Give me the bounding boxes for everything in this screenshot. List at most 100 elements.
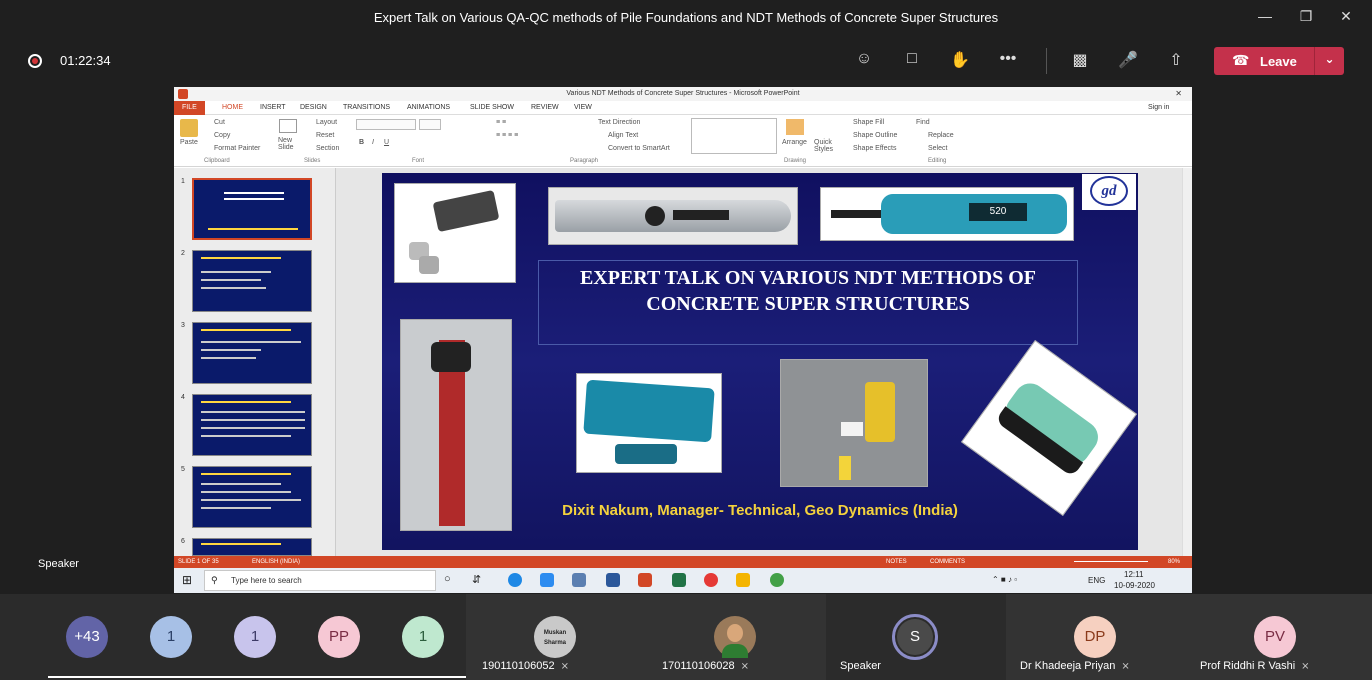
cut-button[interactable]: Cut <box>214 119 225 126</box>
participant-tile[interactable]: DP Dr Khadeeja Priyan ⨯ <box>1006 594 1186 680</box>
font-size-select[interactable] <box>419 119 441 130</box>
clock-time[interactable]: 12:11 <box>1124 570 1143 579</box>
participant-tile[interactable]: PV Prof Riddhi R Vashi ⨯ <box>1186 594 1372 680</box>
copy-button[interactable]: Copy <box>214 132 230 139</box>
align-text-button[interactable]: Align Text <box>608 132 638 139</box>
file-explorer-icon[interactable] <box>736 573 750 587</box>
participant-avatar[interactable]: 1 <box>234 616 276 658</box>
slide-thumbnail[interactable] <box>192 466 312 528</box>
shape-effects-button[interactable]: Shape Effects <box>853 145 896 152</box>
excel-icon[interactable] <box>672 573 686 587</box>
word-icon[interactable] <box>606 573 620 587</box>
quick-styles-button[interactable]: Quick Styles <box>814 139 838 153</box>
drill-motor <box>431 342 471 372</box>
tray-icons[interactable]: ⌃ ■ ♪ ▫ <box>992 575 1017 584</box>
tab-design[interactable]: DESIGN <box>300 104 327 111</box>
section-button[interactable]: Section <box>316 145 339 152</box>
bullets-icon[interactable]: ≡ ≡ <box>496 119 506 126</box>
shape-outline-button[interactable]: Shape Outline <box>853 132 897 139</box>
participant-avatar[interactable]: 1 <box>150 616 192 658</box>
find-button[interactable]: Find <box>916 119 930 126</box>
comments-button[interactable]: COMMENTS <box>930 559 965 565</box>
reset-button[interactable]: Reset <box>316 132 334 139</box>
shirt-icon <box>722 644 748 658</box>
zoom-slider[interactable] <box>1074 561 1148 562</box>
convert-smartart-button[interactable]: Convert to SmartArt <box>608 145 670 152</box>
powerpoint-close-icon[interactable]: ✕ <box>1175 89 1182 98</box>
text-direction-button[interactable]: Text Direction <box>598 119 640 126</box>
select-button[interactable]: Select <box>928 145 947 152</box>
camera-off-icon[interactable]: ▩ <box>1068 50 1092 72</box>
thumb-text <box>201 287 266 289</box>
chevron-down-icon[interactable]: ⌄ <box>1314 47 1344 75</box>
slide-scrollbar[interactable] <box>1182 168 1192 556</box>
edge-icon[interactable] <box>508 573 522 587</box>
close-icon[interactable]: ✕ <box>1336 8 1356 28</box>
zoom-icon[interactable] <box>540 573 554 587</box>
thumb-number: 1 <box>181 178 185 185</box>
input-language[interactable]: ENG <box>1088 576 1105 585</box>
clock-date[interactable]: 10-09-2020 <box>1114 581 1155 590</box>
participant-tile[interactable]: 170110106028 ⨯ <box>646 594 826 680</box>
bold-button[interactable]: B <box>359 139 364 146</box>
tab-file[interactable]: FILE <box>174 101 205 115</box>
calculator-icon[interactable] <box>572 573 586 587</box>
cortana-icon[interactable]: ○ <box>444 573 451 585</box>
arrange-button[interactable]: Arrange <box>782 139 807 146</box>
layout-button[interactable]: Layout <box>316 119 337 126</box>
underline-button[interactable]: U <box>384 139 389 146</box>
sign-in-link[interactable]: Sign in <box>1148 104 1169 111</box>
slide-thumbnail[interactable] <box>192 250 312 312</box>
tab-animations[interactable]: ANIMATIONS <box>407 104 450 111</box>
mic-off-icon: ⨯ <box>740 661 749 672</box>
italic-button[interactable]: I <box>372 139 374 146</box>
slide-thumbnail[interactable] <box>192 178 312 240</box>
participant-tile[interactable]: Muskan Sharma 190110106052 ⨯ <box>466 594 646 680</box>
new-slide-button[interactable]: New Slide <box>278 137 300 151</box>
tab-slide-show[interactable]: SLIDE SHOW <box>470 104 514 111</box>
task-view-icon[interactable]: ⇵ <box>472 573 481 586</box>
participant-photo: Muskan Sharma <box>534 616 576 658</box>
tab-insert[interactable]: INSERT <box>260 104 286 111</box>
shapes-gallery[interactable] <box>691 118 777 154</box>
zoom-level[interactable]: 80% <box>1168 559 1180 565</box>
slide-thumbnail[interactable] <box>192 538 312 556</box>
maximize-icon[interactable]: ❐ <box>1296 8 1316 28</box>
leave-button[interactable]: ☎ Leave ⌄ <box>1214 47 1344 75</box>
slide-thumbnail[interactable] <box>192 322 312 384</box>
notes-button[interactable]: NOTES <box>886 559 907 565</box>
tab-home[interactable]: HOME <box>222 104 243 111</box>
participants-icon[interactable]: ☺ <box>852 50 876 72</box>
participant-avatar[interactable]: PP <box>318 616 360 658</box>
tab-view[interactable]: VIEW <box>574 104 592 111</box>
format-painter-button[interactable]: Format Painter <box>214 145 260 152</box>
overflow-participants-button[interactable]: +43 <box>66 616 108 658</box>
participant-avatar[interactable]: 1 <box>402 616 444 658</box>
tab-review[interactable]: REVIEW <box>531 104 559 111</box>
more-options-icon[interactable]: ••• <box>996 50 1020 72</box>
paragraph-group-label: Paragraph <box>570 158 599 164</box>
share-screen-icon[interactable]: ⇧ <box>1164 50 1188 72</box>
tab-transitions[interactable]: TRANSITIONS <box>343 104 390 111</box>
windows-start-icon[interactable]: ⊞ <box>182 573 192 587</box>
taskbar-search-box[interactable]: ⚲ Type here to search <box>204 570 436 591</box>
thumb-text <box>201 419 305 421</box>
current-slide[interactable]: 520 gd EXPERT TALK ON VARIOUS NDT METHOD… <box>382 173 1138 550</box>
new-slide-icon[interactable] <box>279 119 297 133</box>
chat-icon[interactable]: □ <box>900 50 924 72</box>
font-name-select[interactable] <box>356 119 416 130</box>
slide-thumbnail[interactable] <box>192 394 312 456</box>
minimize-icon[interactable]: — <box>1255 8 1275 28</box>
replace-button[interactable]: Replace <box>928 132 954 139</box>
raise-hand-icon[interactable]: ✋ <box>948 50 972 72</box>
chrome-icon-2[interactable] <box>770 573 784 587</box>
participant-tile-speaking[interactable]: S Speaker <box>826 594 1006 680</box>
paste-button[interactable]: Paste <box>180 139 198 146</box>
arrange-icon[interactable] <box>786 119 804 135</box>
shape-fill-button[interactable]: Shape Fill <box>853 119 884 126</box>
paste-icon[interactable] <box>180 119 198 137</box>
align-icons[interactable]: ≡ ≡ ≡ ≡ <box>496 132 518 139</box>
chrome-icon[interactable] <box>704 573 718 587</box>
powerpoint-taskbar-icon[interactable] <box>638 573 652 587</box>
mic-off-icon[interactable]: 🎤 <box>1116 50 1140 72</box>
